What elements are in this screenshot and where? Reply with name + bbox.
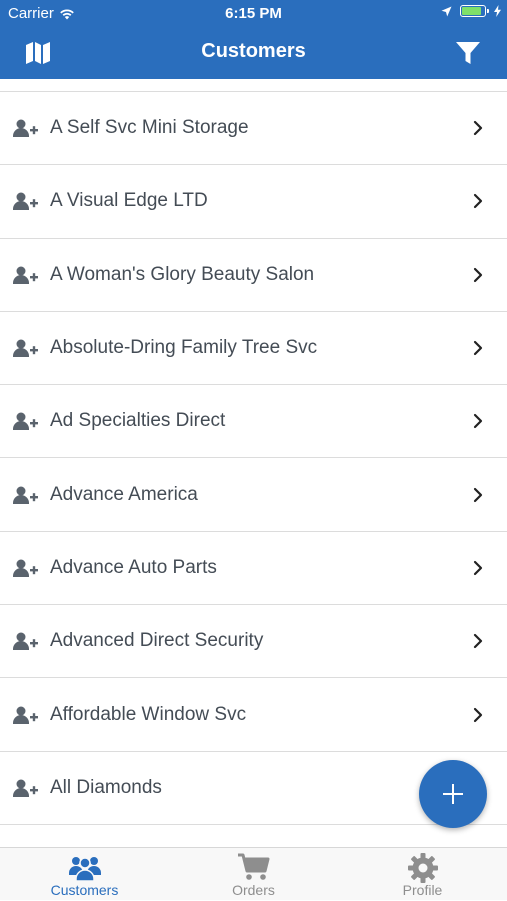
customer-row[interactable]: A Self Svc Mini Storage [0,92,507,166]
chevron-right-icon [473,121,483,136]
customer-row[interactable]: Advance Auto Parts [0,532,507,606]
add-customer-button[interactable] [419,760,487,828]
gear-icon [407,853,438,883]
tab-orders[interactable]: Orders [169,848,338,901]
chevron-right-icon [473,194,483,209]
chevron-right-icon [473,340,483,356]
add-contact-icon [13,706,38,724]
filter-button[interactable] [455,40,481,66]
customer-name: All Diamonds [50,776,162,798]
cart-icon [237,853,269,880]
add-contact-icon [13,119,38,138]
tab-customers-label: Customers [50,882,119,898]
customer-row[interactable]: Advance America [0,458,507,532]
status-bar: Carrier 6:15 PM [0,0,507,28]
clock: 6:15 PM [225,5,282,22]
chevron-right-icon [473,487,483,502]
customer-row[interactable]: Ad Specialties Direct [0,385,507,459]
customer-name: A Woman's Glory Beauty Salon [50,263,315,285]
charging-bolt-icon [494,5,501,17]
customer-row[interactable]: A Woman's Glory Beauty Salon [0,239,507,312]
page-title: Customers [201,40,306,62]
customer-name: A Self Svc Mini Storage [50,117,249,139]
customer-row[interactable]: A Visual Edge LTD [0,165,507,239]
add-contact-icon [13,632,38,651]
chevron-right-icon [473,707,483,722]
location-arrow-icon [441,6,452,16]
customer-name: A Visual Edge LTD [50,190,208,212]
list-top-divider [0,79,507,92]
add-contact-icon [13,559,38,577]
add-contact-icon [13,339,38,358]
battery-icon [460,5,489,17]
customer-row[interactable]: Absolute-Dring Family Tree Svc [0,312,507,386]
filter-icon [456,42,480,64]
chevron-right-icon [473,634,483,649]
customer-name: Advance America [50,483,198,505]
chevron-right-icon [473,560,483,576]
add-contact-icon [13,779,38,797]
customer-name: Advanced Direct Security [50,630,264,652]
add-contact-icon [13,192,38,211]
nav-bar: Customers [0,28,507,79]
customers-icon [68,857,101,881]
customer-row[interactable]: Advanced Direct Security [0,605,507,679]
customer-row[interactable]: Affordable Window Svc [0,678,507,752]
customer-name: Absolute-Dring Family Tree Svc [50,337,318,359]
customer-name: Advance Auto Parts [50,556,217,578]
add-contact-icon [13,412,38,431]
tab-profile[interactable]: Profile [338,848,507,901]
customer-name: Ad Specialties Direct [50,410,226,432]
tab-customers[interactable]: Customers [0,848,169,901]
customer-list[interactable]: A Self Svc Mini Storage A Visual Edge LTD… [0,79,507,847]
add-contact-icon [13,266,38,284]
tab-profile-label: Profile [402,882,443,898]
plus-icon [443,784,463,804]
tab-orders-label: Orders [232,882,275,898]
customer-name: Affordable Window Svc [50,703,247,725]
tab-bar: Customers Orders Profile [0,847,507,900]
status-right [441,5,501,17]
top-bar: Carrier 6:15 PM Customers [0,0,507,79]
chevron-right-icon [473,414,483,429]
add-contact-icon [13,486,38,504]
chevron-right-icon [473,267,483,282]
